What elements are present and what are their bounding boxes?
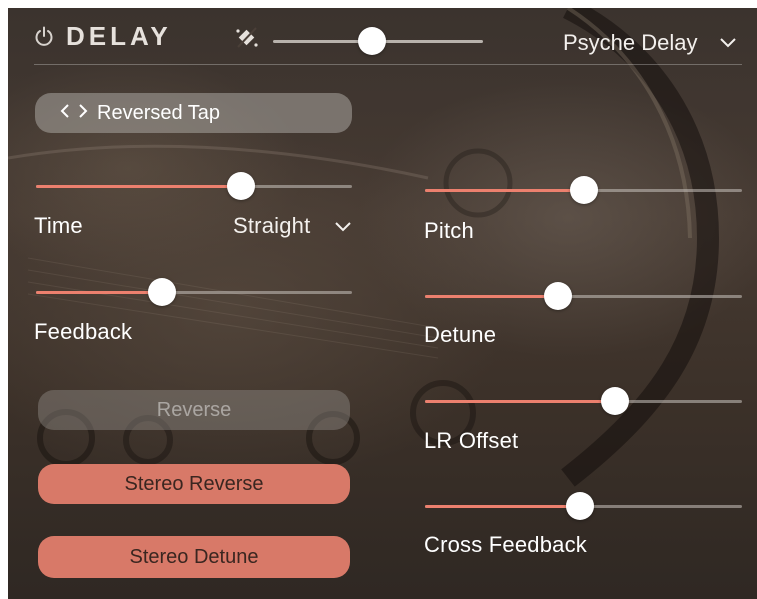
time-label: Time xyxy=(34,213,83,238)
mode-selector-button[interactable]: Reversed Tap xyxy=(35,93,352,133)
module-title: DELAY xyxy=(66,21,172,51)
detune-slider[interactable] xyxy=(425,282,742,310)
feedback-slider[interactable] xyxy=(36,278,352,306)
mix-icon xyxy=(233,25,261,56)
cross-feedback-label: Cross Feedback xyxy=(424,532,587,557)
time-sync-dropdown[interactable]: Straight xyxy=(233,213,310,239)
chevron-down-icon[interactable] xyxy=(333,216,353,241)
mode-label: Reversed Tap xyxy=(97,101,221,124)
lr-offset-slider-fill xyxy=(425,400,616,403)
detune-slider-fill xyxy=(425,295,559,298)
lr-offset-slider-knob[interactable] xyxy=(601,387,630,415)
cross-feedback-slider[interactable] xyxy=(425,492,742,520)
delay-panel: DELAY Psyche Delay Reversed Tap Time Str… xyxy=(8,8,757,599)
time-slider-fill xyxy=(36,185,242,188)
header-divider xyxy=(34,64,742,65)
reverse-button[interactable]: Reverse xyxy=(38,390,350,430)
mix-slider-knob[interactable] xyxy=(357,27,386,55)
chevron-left-icon[interactable] xyxy=(59,102,71,125)
pitch-label: Pitch xyxy=(424,218,474,243)
pitch-slider-fill xyxy=(425,189,584,192)
cross-feedback-slider-fill xyxy=(425,505,581,508)
lr-offset-slider[interactable] xyxy=(425,387,742,415)
power-icon[interactable] xyxy=(34,26,54,53)
time-slider[interactable] xyxy=(36,172,352,200)
stereo-detune-button[interactable]: Stereo Detune xyxy=(38,536,350,578)
feedback-label: Feedback xyxy=(34,319,133,344)
detune-slider-knob[interactable] xyxy=(544,282,573,310)
chevron-down-icon[interactable] xyxy=(718,32,738,57)
chevron-right-icon[interactable] xyxy=(77,102,89,125)
feedback-slider-fill xyxy=(36,291,163,294)
pitch-slider-knob[interactable] xyxy=(569,176,598,204)
detune-label: Detune xyxy=(424,322,497,347)
preset-name[interactable]: Psyche Delay xyxy=(563,30,698,56)
lr-offset-label: LR Offset xyxy=(424,428,519,453)
mix-slider[interactable] xyxy=(273,27,483,55)
pitch-slider[interactable] xyxy=(425,176,742,204)
stereo-reverse-button[interactable]: Stereo Reverse xyxy=(38,464,350,504)
